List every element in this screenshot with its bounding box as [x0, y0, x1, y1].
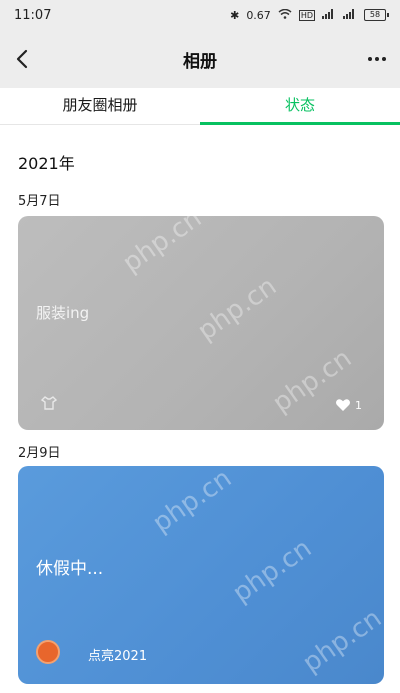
signal-icon-2 [343, 8, 357, 22]
watermark: php.cn [192, 271, 283, 347]
heart-icon [336, 399, 350, 411]
watermark: php.cn [297, 603, 384, 679]
date-label: 2月9日 [18, 446, 61, 461]
status-author: 点亮2021 [88, 649, 148, 664]
tab-bar: 朋友圈相册 状态 [0, 88, 400, 125]
like-count: 1 [355, 398, 362, 412]
hd-icon: HD [298, 9, 315, 21]
page-title: 相册 [183, 51, 217, 72]
status-text: 服装ing [36, 304, 90, 322]
status-bar: 11:07 ✱ 0.67 HD 58 [0, 0, 400, 30]
battery-icon: 58 [364, 9, 389, 21]
status-text: 休假中... [36, 559, 104, 579]
status-time: 11:07 [14, 7, 52, 23]
avatar [36, 640, 60, 664]
bluetooth-icon: ✱ [230, 8, 240, 22]
more-dots-icon [368, 57, 372, 61]
tab-status[interactable]: 状态 [200, 88, 400, 125]
back-button[interactable] [8, 44, 38, 74]
status-icons: ✱ 0.67 HD 58 [230, 8, 389, 22]
date-label: 5月7日 [18, 194, 61, 209]
more-dot [375, 57, 379, 61]
network-speed: 0.67 [246, 8, 271, 22]
more-dot [382, 57, 386, 61]
signal-icon-1 [322, 8, 336, 22]
chevron-left-icon [16, 49, 28, 69]
like-area[interactable]: 1 [335, 398, 362, 412]
tab-moments-album[interactable]: 朋友圈相册 [0, 88, 200, 124]
year-heading: 2021年 [18, 154, 75, 173]
more-button[interactable] [362, 44, 392, 74]
status-card[interactable]: 服装ing 1 php.cn php.cn php.cn [18, 216, 384, 430]
watermark: php.cn [227, 533, 318, 609]
watermark: php.cn [117, 216, 208, 279]
status-card[interactable]: 休假中... 点亮2021 php.cn php.cn php.cn [18, 466, 384, 684]
watermark: php.cn [147, 466, 238, 539]
wifi-icon [278, 8, 292, 22]
clothes-icon [40, 396, 58, 410]
nav-bar: 相册 [0, 30, 400, 88]
